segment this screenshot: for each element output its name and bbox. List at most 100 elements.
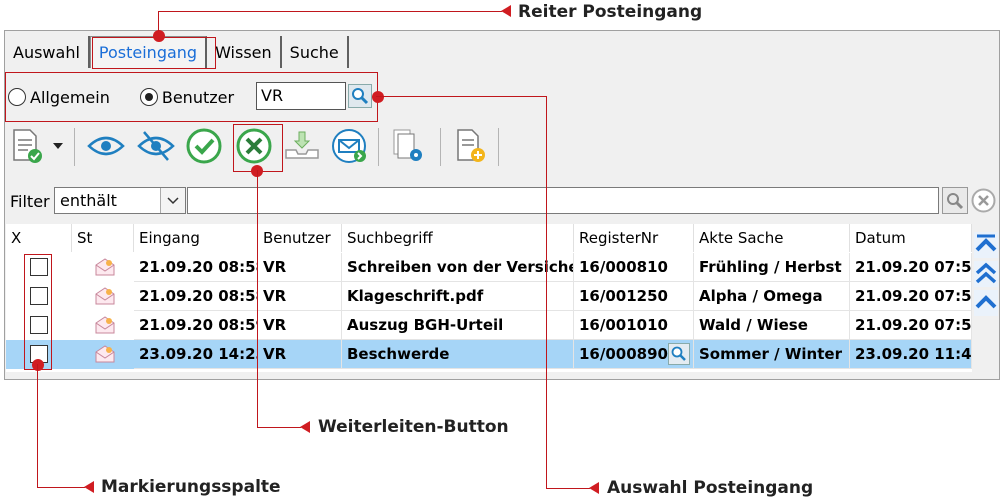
toolbar-separator: [378, 128, 379, 166]
cell-datum: 21.09.20 07:51: [850, 253, 972, 282]
table-row-selected[interactable]: 23.09.20 14:23 VR Beschwerde 16/000890 S…: [6, 340, 972, 369]
mail-status-icon: [94, 315, 116, 339]
cell-akte: Alpha / Omega: [694, 282, 850, 311]
document-add-icon: [457, 129, 485, 162]
column-header[interactable]: Akte Sache: [694, 224, 850, 252]
toolbar-separator: [74, 128, 75, 166]
cell-registernr: 16/001010: [574, 311, 694, 340]
annotation-arrow: [300, 421, 310, 433]
annotation-line: [376, 96, 547, 97]
check-circle-icon: [186, 128, 222, 164]
double-chevron-up-icon: [975, 262, 997, 284]
annotation-arrow: [501, 5, 511, 17]
column-header[interactable]: St: [72, 224, 134, 252]
magnifier-icon: [671, 346, 686, 361]
eye-crossed-icon: [137, 131, 175, 161]
tray-download-icon: [285, 131, 319, 159]
scroll-up-button[interactable]: [974, 290, 998, 316]
column-header[interactable]: Datum: [850, 224, 972, 252]
column-header[interactable]: Benutzer: [258, 224, 342, 252]
tray-download-button[interactable]: [282, 124, 322, 168]
table-row[interactable]: 21.09.20 08:58 VR Schreiben von der Vers…: [6, 253, 972, 282]
cell-registernr: 16/000810: [574, 253, 694, 282]
label-auswahl-posteingang: Auswahl Posteingang: [607, 478, 814, 498]
document-add-button[interactable]: [450, 124, 490, 168]
cell-eingang: 21.09.20 08:58: [134, 282, 258, 311]
cell-benutzer: VR: [258, 311, 342, 340]
annotation-line: [546, 96, 547, 489]
annotation-dot: [372, 91, 384, 103]
scroll-top-button[interactable]: [974, 232, 998, 258]
document-check-button[interactable]: [8, 124, 48, 168]
column-header[interactable]: X: [6, 224, 72, 252]
filter-label: Filter: [10, 192, 50, 211]
show-button[interactable]: [86, 124, 126, 168]
cell-akte: Sommer / Winter: [694, 340, 850, 369]
highlight-mark-column: [24, 254, 52, 370]
scroll-top-icon: [975, 234, 997, 252]
cell-eingang: 21.09.20 08:58: [134, 253, 258, 282]
toolbar-separator: [498, 128, 499, 166]
dropdown-arrow-button[interactable]: [48, 124, 68, 168]
highlight-inbox-selection: [5, 72, 378, 122]
dropdown-arrow-icon: [53, 143, 63, 149]
annotation-line: [37, 364, 38, 488]
cell-benutzer: VR: [258, 282, 342, 311]
filter-clear-button[interactable]: [970, 187, 997, 214]
annotation-line: [257, 427, 301, 428]
confirm-button[interactable]: [184, 124, 224, 168]
annotation-arrow: [589, 482, 599, 494]
cell-benutzer: VR: [258, 253, 342, 282]
table-row[interactable]: 21.09.20 08:59 VR Auszug BGH-Urteil 16/0…: [6, 311, 972, 340]
mail-add-button[interactable]: [330, 124, 370, 168]
cell-suchbegriff: Schreiben von der Versicherung: [342, 253, 574, 282]
cell-akte: Wald / Wiese: [694, 311, 850, 340]
inbox-table: X St Eingang Benutzer Suchbegriff Regist…: [6, 224, 972, 372]
registernr-lookup-button[interactable]: [668, 343, 690, 365]
mail-status-icon: [94, 257, 116, 281]
label-weiterleiten-button: Weiterleiten-Button: [318, 417, 509, 437]
label-markierungsspalte: Markierungsspalte: [101, 477, 281, 497]
annotation-line: [546, 488, 590, 489]
documents-gear-icon: [393, 129, 422, 161]
tab-wissen[interactable]: Wissen: [207, 36, 282, 68]
column-header[interactable]: Suchbegriff: [342, 224, 574, 252]
chevron-down-icon[interactable]: [160, 188, 185, 213]
mail-add-icon: [332, 129, 366, 163]
tab-suche[interactable]: Suche: [281, 36, 349, 68]
column-header[interactable]: RegisterNr: [574, 224, 694, 252]
annotation-dot: [32, 359, 44, 371]
annotation-arrow: [84, 481, 94, 493]
cell-registernr: 16/001250: [574, 282, 694, 311]
tab-auswahl[interactable]: Auswahl: [5, 36, 90, 68]
chevron-up-icon: [975, 295, 997, 309]
filter-input[interactable]: [187, 187, 939, 214]
cell-benutzer: VR: [258, 340, 342, 369]
annotation-line: [37, 487, 85, 488]
highlight-tab-posteingang: [92, 37, 216, 69]
annotation-line: [257, 170, 258, 427]
annotation-line: [158, 11, 159, 31]
page-up-button[interactable]: [974, 261, 998, 287]
filter-mode-select[interactable]: enthält: [54, 187, 186, 214]
search-icon: [947, 193, 964, 210]
cell-suchbegriff: Beschwerde: [342, 340, 574, 369]
column-header[interactable]: Eingang: [134, 224, 258, 252]
filter-search-button[interactable]: [942, 187, 968, 214]
annotation-dot: [153, 30, 165, 42]
cell-datum: 23.09.20 11:44: [850, 340, 972, 369]
cell-eingang: 23.09.20 14:23: [134, 340, 258, 369]
label-reiter-posteingang: Reiter Posteingang: [518, 2, 703, 22]
cell-eingang: 21.09.20 08:59: [134, 311, 258, 340]
annotation-line: [158, 11, 502, 12]
cell-akte: Frühling / Herbst: [694, 253, 850, 282]
documents-gear-button[interactable]: [388, 124, 428, 168]
close-icon: [971, 188, 996, 213]
mail-status-icon: [94, 344, 116, 368]
cell-datum: 21.09.20 07:51: [850, 282, 972, 311]
cell-suchbegriff: Klageschrift.pdf: [342, 282, 574, 311]
hide-button[interactable]: [136, 124, 176, 168]
eye-icon: [87, 136, 125, 156]
mail-status-icon: [94, 286, 116, 310]
table-row[interactable]: 21.09.20 08:58 VR Klageschrift.pdf 16/00…: [6, 282, 972, 311]
